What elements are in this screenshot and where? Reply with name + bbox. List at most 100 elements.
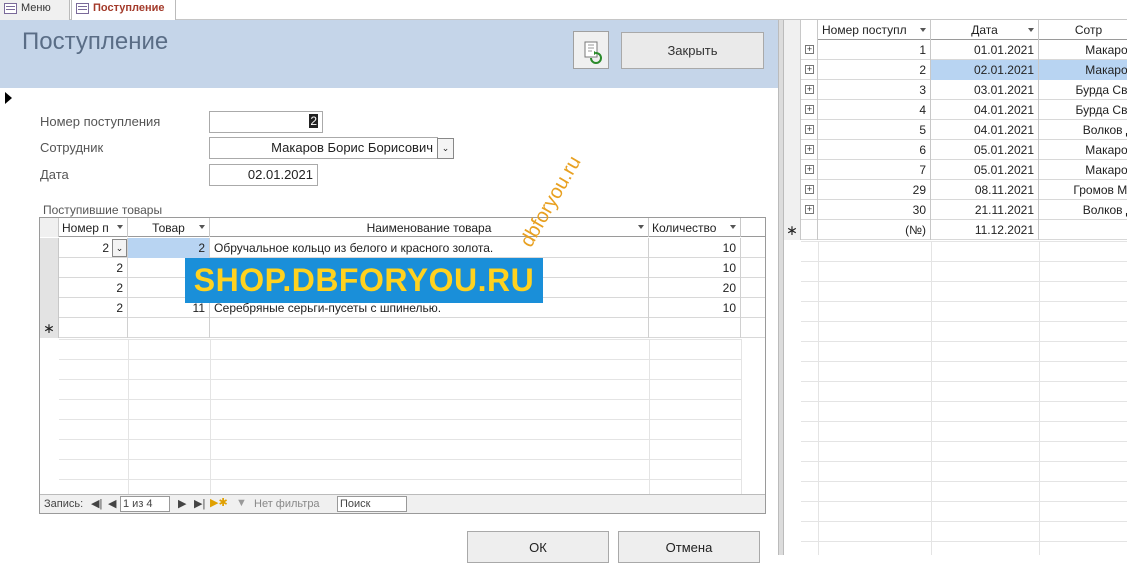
cell-receipt-number[interactable]: 29 (818, 180, 931, 200)
cell-employee[interactable]: Бурда Све (1039, 80, 1127, 100)
row-selector[interactable] (784, 140, 801, 160)
col-header-date[interactable]: Дата (931, 20, 1039, 40)
table-row[interactable]: + 5 04.01.2021 Волков Д (784, 120, 1127, 140)
cell-date[interactable]: 05.01.2021 (931, 140, 1039, 160)
cell-number[interactable]: 2 (59, 278, 128, 298)
table-row[interactable]: + 2 02.01.2021 Макаров (784, 60, 1127, 80)
cell-qty[interactable]: 10 (649, 258, 741, 278)
select-all-corner[interactable] (784, 20, 801, 40)
expand-plus-icon[interactable]: + (805, 85, 814, 94)
cell-employee[interactable]: Макаров (1039, 160, 1127, 180)
cancel-button[interactable]: Отмена (618, 531, 760, 563)
row-selector[interactable] (40, 238, 59, 258)
cell-employee[interactable]: Волков Д (1039, 120, 1127, 140)
cell-receipt-number[interactable]: 6 (818, 140, 931, 160)
cell-employee[interactable]: Макаров (1039, 140, 1127, 160)
cell-employee[interactable]: Макаров (1039, 40, 1127, 60)
filter-label[interactable]: Нет фильтра (254, 498, 320, 510)
row-selector[interactable] (40, 298, 59, 318)
row-selector[interactable] (784, 40, 801, 60)
row-selector[interactable] (40, 258, 59, 278)
row-selector[interactable] (784, 160, 801, 180)
close-button[interactable]: Закрыть (621, 32, 764, 69)
prev-record-icon[interactable]: ◀ (108, 497, 116, 510)
cell-receipt-number[interactable]: 7 (818, 160, 931, 180)
cell-receipt-number[interactable]: 2 (818, 60, 931, 80)
record-position-input[interactable]: 1 из 4 (120, 496, 170, 512)
new-record-icon[interactable]: ▶✱ (210, 496, 228, 509)
ok-button[interactable]: ОК (467, 531, 609, 563)
expand-plus-icon[interactable]: + (805, 125, 814, 134)
refresh-button[interactable] (573, 31, 609, 69)
expand-plus-icon[interactable]: + (805, 145, 814, 154)
item-dropdown-button[interactable]: ⌄ (112, 239, 127, 257)
cell-receipt-number[interactable]: (№) (818, 220, 931, 240)
row-selector[interactable] (784, 100, 801, 120)
tab-receipt[interactable]: Поступление (71, 0, 176, 20)
date-field[interactable]: 02.01.2021 (209, 164, 318, 186)
next-record-icon[interactable]: ▶ (178, 497, 186, 510)
cell-employee[interactable]: Громов Ма (1039, 180, 1127, 200)
cell-receipt-number[interactable]: 4 (818, 100, 931, 120)
tab-menu[interactable]: Меню (0, 0, 70, 20)
table-row[interactable]: + 1 01.01.2021 Макаров (784, 40, 1127, 60)
table-row[interactable]: + 30 21.11.2021 Волков Д (784, 200, 1127, 220)
employee-dropdown-button[interactable]: ⌄ (437, 138, 454, 159)
expand-plus-icon[interactable]: + (805, 105, 814, 114)
col-header-name[interactable]: Наименование товара (210, 218, 649, 237)
cell-date[interactable]: 04.01.2021 (931, 100, 1039, 120)
cell-name[interactable]: Обручальное кольцо из белого и красного … (210, 238, 649, 258)
cell-qty[interactable]: 20 (649, 278, 741, 298)
row-selector[interactable] (784, 80, 801, 100)
table-row[interactable]: + 7 05.01.2021 Макаров (784, 160, 1127, 180)
search-input[interactable]: Поиск (337, 496, 407, 512)
table-row[interactable]: + 4 04.01.2021 Бурда Све (784, 100, 1127, 120)
expand-plus-icon[interactable]: + (805, 45, 814, 54)
table-row[interactable]: 2 ⌄ 2 Обручальное кольцо из белого и кра… (40, 238, 765, 258)
row-selector[interactable] (40, 278, 59, 298)
expand-plus-icon[interactable]: + (805, 165, 814, 174)
col-header-item[interactable]: Товар (128, 218, 210, 237)
cell-item[interactable]: 2 (128, 238, 210, 258)
cell-number[interactable] (59, 318, 128, 338)
first-record-icon[interactable]: ◀​| (91, 497, 102, 510)
cell-date[interactable]: 03.01.2021 (931, 80, 1039, 100)
cell-employee[interactable] (1039, 220, 1127, 240)
cell-receipt-number[interactable]: 5 (818, 120, 931, 140)
table-row[interactable]: + 29 08.11.2021 Громов Ма (784, 180, 1127, 200)
cell-date[interactable]: 11.12.2021 (931, 220, 1039, 240)
cell-qty[interactable]: 10 (649, 238, 741, 258)
cell-date[interactable]: 08.11.2021 (931, 180, 1039, 200)
expand-plus-icon[interactable]: + (805, 205, 814, 214)
cell-receipt-number[interactable]: 1 (818, 40, 931, 60)
row-selector[interactable] (784, 200, 801, 220)
cell-item[interactable] (128, 318, 210, 338)
col-header-employee[interactable]: Сотр (1039, 20, 1127, 40)
employee-field[interactable]: Макаров Борис Борисович (209, 137, 438, 159)
row-selector[interactable] (784, 60, 801, 80)
cell-date[interactable]: 01.01.2021 (931, 40, 1039, 60)
cell-date[interactable]: 05.01.2021 (931, 160, 1039, 180)
cell-employee[interactable]: Бурда Све (1039, 100, 1127, 120)
cell-name[interactable] (210, 318, 649, 338)
cell-receipt-number[interactable]: 30 (818, 200, 931, 220)
col-header-receipt-number[interactable]: Номер поступл (818, 20, 931, 40)
record-selector[interactable] (0, 88, 17, 555)
cell-employee[interactable]: Волков Д (1039, 200, 1127, 220)
row-selector[interactable] (784, 180, 801, 200)
new-record-row[interactable]: ∗ (№) 11.12.2021 (784, 220, 1127, 240)
expand-plus-icon[interactable]: + (805, 65, 814, 74)
cell-employee[interactable]: Макаров (1039, 60, 1127, 80)
table-row[interactable]: + 3 03.01.2021 Бурда Све (784, 80, 1127, 100)
select-all-corner[interactable] (40, 218, 59, 237)
cell-number[interactable]: 2 (59, 258, 128, 278)
last-record-icon[interactable]: ▶| (194, 497, 205, 510)
cell-number[interactable]: 2 (59, 298, 128, 318)
col-header-number[interactable]: Номер п (59, 218, 128, 237)
row-selector[interactable] (784, 120, 801, 140)
cell-qty[interactable]: 10 (649, 298, 741, 318)
cell-date[interactable]: 21.11.2021 (931, 200, 1039, 220)
col-header-qty[interactable]: Количество (649, 218, 741, 237)
cell-date[interactable]: 02.01.2021 (931, 60, 1039, 80)
table-row[interactable]: + 6 05.01.2021 Макаров (784, 140, 1127, 160)
